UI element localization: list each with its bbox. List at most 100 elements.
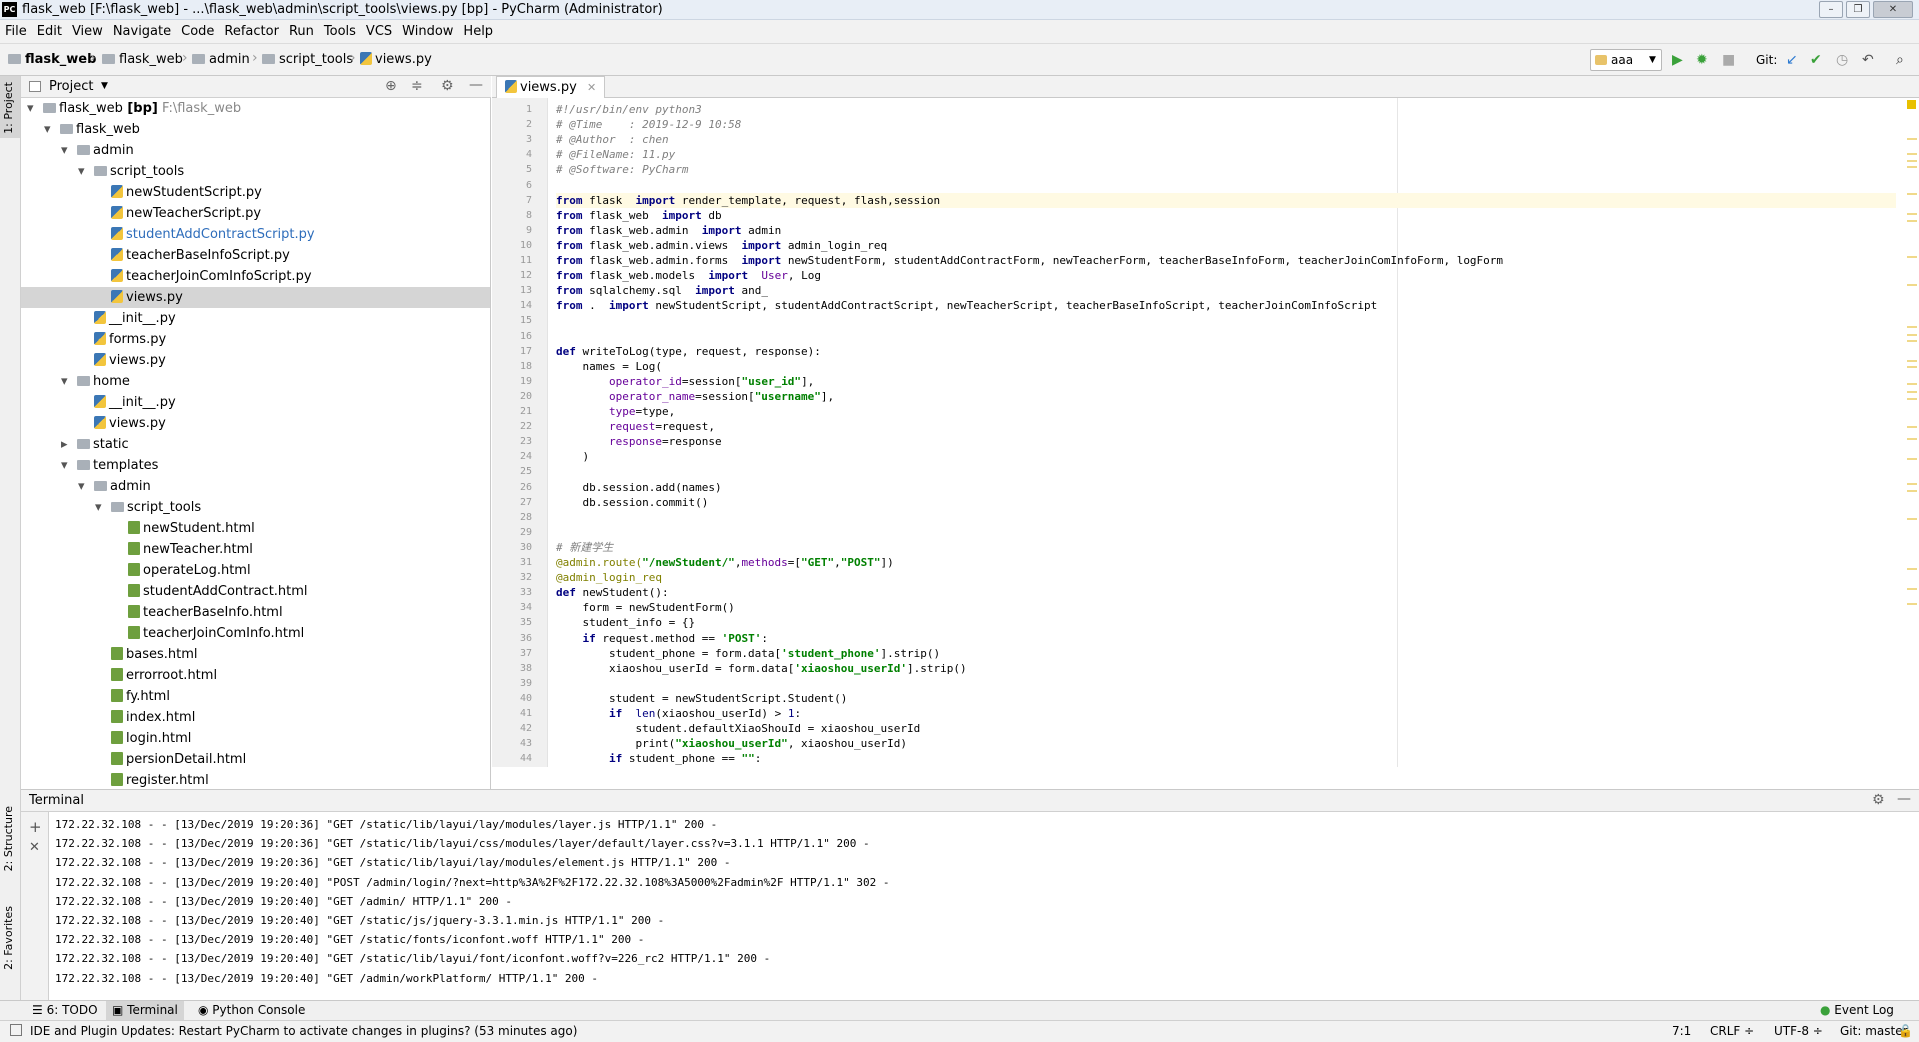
tree-file[interactable]: bases.html [21, 644, 490, 665]
tree-folder[interactable]: ▾ admin [21, 476, 490, 497]
code-line[interactable]: response=response [556, 434, 722, 449]
project-tool-tab[interactable]: 1: Project [2, 82, 15, 134]
breadcrumb-project[interactable]: flask_web [8, 52, 96, 67]
git-rollback-icon[interactable]: ↶ [1862, 53, 1874, 67]
hide-panel-icon[interactable]: — [469, 77, 483, 93]
tree-file[interactable]: newStudentScript.py [21, 182, 490, 203]
tree-file[interactable]: register.html [21, 770, 490, 791]
lock-icon[interactable]: 🔓 [1898, 1024, 1913, 1038]
warning-marker[interactable] [1907, 518, 1917, 520]
terminal-tab[interactable]: ▣ Terminal [106, 1001, 184, 1020]
code-line[interactable]: from flask_web.admin import admin [556, 223, 781, 238]
menu-window[interactable]: Window [397, 20, 458, 44]
breadcrumb-file[interactable]: views.py [360, 52, 432, 67]
close-terminal-icon[interactable]: ✕ [29, 840, 40, 855]
code-line[interactable]: if student_phone == "": [556, 751, 761, 766]
code-line[interactable]: student = newStudentScript.Student() [556, 691, 847, 706]
todo-tab[interactable]: ☰ 6: TODO [26, 1001, 104, 1020]
code-line[interactable]: db.session.commit() [556, 495, 708, 510]
menu-file[interactable]: File [0, 20, 32, 44]
debug-icon[interactable]: ✹ [1696, 53, 1708, 67]
menu-code[interactable]: Code [176, 20, 219, 44]
warning-marker[interactable] [1907, 438, 1917, 440]
structure-tool-tab[interactable]: 2: Structure [2, 806, 15, 871]
code-line[interactable]: from sqlalchemy.sql import and_ [556, 283, 768, 298]
warning-marker[interactable] [1907, 193, 1917, 195]
tree-folder[interactable]: ▾ script_tools [21, 161, 490, 182]
tree-file[interactable]: teacherJoinComInfoScript.py [21, 266, 490, 287]
close-tab-icon[interactable]: ✕ [587, 81, 596, 94]
code-line[interactable]: #!/usr/bin/env python3 [556, 102, 702, 117]
search-everywhere-icon[interactable]: ⌕ [1896, 53, 1904, 67]
tree-file[interactable]: newTeacherScript.py [21, 203, 490, 224]
tree-file[interactable]: studentAddContract.html [21, 581, 490, 602]
python-console-tab[interactable]: ◉ Python Console [192, 1001, 311, 1020]
git-commit-icon[interactable]: ✔ [1810, 53, 1822, 67]
tree-folder[interactable]: ▾ templates [21, 455, 490, 476]
chevron-down-icon[interactable]: ▾ [61, 455, 68, 476]
add-terminal-icon[interactable]: + [29, 818, 42, 836]
menu-help[interactable]: Help [458, 20, 498, 44]
warning-marker[interactable] [1907, 284, 1917, 286]
collapse-all-icon[interactable]: ≑ [411, 78, 423, 94]
tree-file[interactable]: __init__.py [21, 308, 490, 329]
tree-file[interactable]: errorroot.html [21, 665, 490, 686]
favorites-tool-tab[interactable]: 2: Favorites [2, 906, 15, 970]
warning-marker[interactable] [1907, 334, 1917, 336]
hide-panel-icon[interactable]: — [1897, 791, 1911, 807]
warning-marker[interactable] [1907, 490, 1917, 492]
caret-position[interactable]: 7:1 [1672, 1024, 1691, 1038]
code-line[interactable]: student_phone = form.data['student_phone… [556, 646, 940, 661]
breadcrumb-admin[interactable]: admin [192, 52, 250, 67]
tree-file[interactable]: views.py [21, 350, 490, 371]
tree-file[interactable]: newStudent.html [21, 518, 490, 539]
menu-view[interactable]: View [67, 20, 108, 44]
code-line[interactable]: operator_name=session["username"], [556, 389, 834, 404]
code-line[interactable]: @admin_login_req [556, 570, 662, 585]
menu-navigate[interactable]: Navigate [108, 20, 176, 44]
stop-icon[interactable]: ■ [1722, 53, 1735, 67]
code-line[interactable]: # @FileName: 11.py [556, 147, 675, 162]
warning-marker[interactable] [1907, 588, 1917, 590]
warning-marker[interactable] [1907, 153, 1917, 155]
git-history-icon[interactable]: ◷ [1836, 53, 1848, 67]
tree-file[interactable]: persionDetail.html [21, 749, 490, 770]
code-line[interactable]: operator_id=session["user_id"], [556, 374, 814, 389]
code-line[interactable]: def newStudent(): [556, 585, 669, 600]
breadcrumb-module[interactable]: flask_web [102, 52, 183, 67]
breadcrumb-script-tools[interactable]: script_tools [262, 52, 353, 67]
code-line[interactable]: from . import newStudentScript, studentA… [556, 298, 1377, 313]
tree-file[interactable]: login.html [21, 728, 490, 749]
warning-marker[interactable] [1907, 360, 1917, 362]
error-stripe[interactable] [1905, 98, 1919, 767]
code-line[interactable]: print("xiaoshou_userId", xiaoshou_userId… [556, 736, 907, 751]
tree-file[interactable]: teacherBaseInfoScript.py [21, 245, 490, 266]
warning-marker[interactable] [1907, 391, 1917, 393]
tree-file[interactable]: fy.html [21, 686, 490, 707]
gear-icon[interactable]: ⚙ [441, 78, 454, 94]
code-line[interactable]: if request.method == 'POST': [556, 631, 767, 646]
code-line[interactable]: # @Time : 2019-12-9 10:58 [556, 117, 741, 132]
tree-file[interactable]: newTeacher.html [21, 539, 490, 560]
tree-file[interactable]: teacherBaseInfo.html [21, 602, 490, 623]
chevron-down-icon[interactable]: ▾ [95, 497, 102, 518]
warning-marker[interactable] [1907, 213, 1917, 215]
tree-folder[interactable]: ▾ script_tools [21, 497, 490, 518]
warning-marker[interactable] [1907, 366, 1917, 368]
minimize-button[interactable]: – [1819, 1, 1843, 18]
tree-folder[interactable]: ▾ flask_web [21, 119, 490, 140]
warning-marker[interactable] [1907, 326, 1917, 328]
tree-file[interactable]: index.html [21, 707, 490, 728]
file-encoding[interactable]: UTF-8 ÷ [1774, 1024, 1823, 1038]
project-panel-title[interactable]: Project [49, 79, 93, 94]
tree-folder[interactable]: ▾ admin [21, 140, 490, 161]
code-line[interactable]: # @Software: PyCharm [556, 162, 688, 177]
gear-icon[interactable]: ⚙ [1872, 792, 1885, 808]
run-config-select[interactable]: aaa ▼ [1590, 49, 1662, 71]
code-line[interactable]: form = newStudentForm() [556, 600, 734, 615]
warning-marker[interactable] [1907, 383, 1917, 385]
code-line[interactable]: names = Log( [556, 359, 661, 374]
chevron-down-icon[interactable]: ▾ [78, 161, 85, 182]
chevron-down-icon[interactable]: ▾ [78, 476, 85, 497]
run-icon[interactable]: ▶ [1672, 53, 1683, 67]
